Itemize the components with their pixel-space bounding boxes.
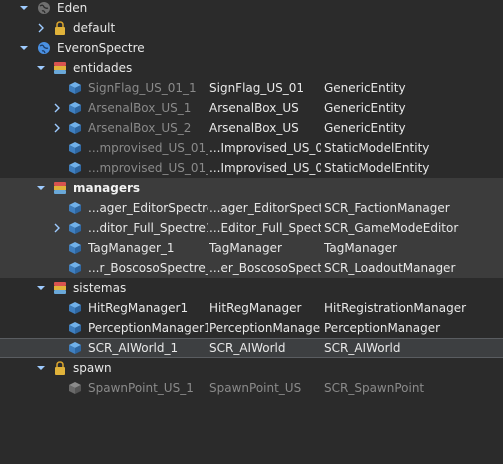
- entity-row[interactable]: SpawnPoint_US_1 SpawnPoint_US SCR_SpawnP…: [0, 378, 503, 398]
- entity-prefab: SignFlag_US_01: [209, 81, 305, 95]
- chevron-down-icon[interactable]: [36, 183, 46, 193]
- layer-row-managers[interactable]: managers: [0, 178, 503, 198]
- entity-type: StaticModelEntity: [324, 141, 430, 155]
- entity-prefab: ...Editor_Full_Spectre: [209, 221, 321, 235]
- layer-label: managers: [73, 181, 141, 195]
- entity-type: SCR_SpawnPoint: [324, 381, 425, 395]
- entity-prefab: ...Improvised_US_01: [209, 161, 321, 175]
- chevron-right-icon[interactable]: [52, 123, 62, 133]
- entity-type: TagManager: [324, 241, 397, 255]
- entity-type: SCR_FactionManager: [324, 201, 450, 215]
- world-icon: [37, 41, 51, 55]
- entity-row[interactable]: ...r_BoscosoSpectre_1 ...er_BoscosoSpect…: [0, 258, 503, 278]
- entity-type: GenericEntity: [324, 81, 406, 95]
- world-label: Eden: [57, 1, 88, 15]
- entity-prefab: ...ager_EditorSpectre: [209, 201, 321, 215]
- entity-name: ...mprovised_US_01_1: [88, 141, 208, 155]
- layer-row-default[interactable]: default: [0, 18, 503, 38]
- entity-type: GenericEntity: [324, 121, 406, 135]
- chevron-down-icon[interactable]: [19, 3, 29, 13]
- entity-prefab: PerceptionManager: [209, 321, 321, 335]
- entity-type: SCR_AIWorld: [324, 341, 401, 355]
- layer-row-sistemas[interactable]: sistemas: [0, 278, 503, 298]
- entity-cube-icon: [68, 261, 82, 275]
- layer-row-spawn[interactable]: spawn: [0, 358, 503, 378]
- entity-cube-icon: [68, 141, 82, 155]
- entity-cube-icon: [68, 381, 82, 395]
- entity-name: ...ager_EditorSpectre1: [88, 201, 208, 215]
- entity-row[interactable]: ...ditor_Full_Spectre1 ...Editor_Full_Sp…: [0, 218, 503, 238]
- entity-type: SCR_LoadoutManager: [324, 261, 456, 275]
- entity-row[interactable]: ...ager_EditorSpectre1 ...ager_EditorSpe…: [0, 198, 503, 218]
- locked-layer-icon: [53, 361, 67, 375]
- entity-prefab: TagManager: [209, 241, 282, 255]
- chevron-down-icon[interactable]: [36, 63, 46, 73]
- entity-prefab: ArsenalBox_US: [209, 121, 299, 135]
- entity-cube-icon: [68, 301, 82, 315]
- world-row-everon[interactable]: EveronSpectre: [0, 38, 503, 58]
- entity-row[interactable]: ...mprovised_US_01_2 ...Improvised_US_01…: [0, 158, 503, 178]
- entity-cube-icon: [68, 201, 82, 215]
- entity-type: SCR_GameModeEditor: [324, 221, 459, 235]
- entity-type: PerceptionManager: [324, 321, 441, 335]
- entity-prefab: SCR_AIWorld: [209, 341, 286, 355]
- entity-cube-icon: [68, 221, 82, 235]
- entity-prefab: SpawnPoint_US: [209, 381, 302, 395]
- entity-prefab: ...Improvised_US_01: [209, 141, 321, 155]
- layer-label: default: [73, 21, 116, 35]
- entity-row[interactable]: HitRegManager1 HitRegManager HitRegistra…: [0, 298, 503, 318]
- entity-row[interactable]: SignFlag_US_01_1 SignFlag_US_01 GenericE…: [0, 78, 503, 98]
- entity-name: ...mprovised_US_01_2: [88, 161, 208, 175]
- layer-icon: [53, 61, 67, 75]
- entity-name: SpawnPoint_US_1: [88, 381, 194, 395]
- world-icon: [37, 1, 51, 15]
- entity-row[interactable]: ArsenalBox_US_1 ArsenalBox_US GenericEnt…: [0, 98, 503, 118]
- chevron-right-icon[interactable]: [36, 23, 46, 33]
- entity-name: PerceptionManager1: [88, 321, 208, 335]
- layer-label: entidades: [73, 61, 133, 75]
- entity-name: SCR_AIWorld_1: [88, 341, 179, 355]
- entity-cube-icon: [68, 121, 82, 135]
- layer-label: sistemas: [73, 281, 127, 295]
- entity-row[interactable]: TagManager_1 TagManager TagManager: [0, 238, 503, 258]
- entity-name: ...r_BoscosoSpectre_1: [88, 261, 208, 275]
- entity-row[interactable]: ArsenalBox_US_2 ArsenalBox_US GenericEnt…: [0, 118, 503, 138]
- chevron-right-icon[interactable]: [52, 223, 62, 233]
- entity-name: SignFlag_US_01_1: [88, 81, 197, 95]
- entity-row-selected[interactable]: SCR_AIWorld_1 SCR_AIWorld SCR_AIWorld: [0, 338, 503, 358]
- entity-cube-icon: [68, 321, 82, 335]
- chevron-right-icon[interactable]: [52, 103, 62, 113]
- entity-name: ...ditor_Full_Spectre1: [88, 221, 208, 235]
- chevron-down-icon[interactable]: [36, 283, 46, 293]
- world-row-eden[interactable]: Eden: [0, 0, 503, 18]
- locked-layer-icon: [53, 21, 67, 35]
- entity-type: StaticModelEntity: [324, 161, 430, 175]
- entity-cube-icon: [68, 101, 82, 115]
- layer-icon: [53, 281, 67, 295]
- layer-icon: [53, 181, 67, 195]
- entity-name: TagManager_1: [88, 241, 175, 255]
- entity-name: ArsenalBox_US_2: [88, 121, 192, 135]
- entity-type: GenericEntity: [324, 101, 406, 115]
- entity-cube-icon: [68, 161, 82, 175]
- entity-cube-icon: [68, 241, 82, 255]
- entity-prefab: ArsenalBox_US: [209, 101, 299, 115]
- chevron-down-icon[interactable]: [19, 43, 29, 53]
- entity-cube-icon: [68, 81, 82, 95]
- entity-prefab: ...er_BoscosoSpectre: [209, 261, 321, 275]
- entity-prefab: HitRegManager: [209, 301, 302, 315]
- layer-row-entidades[interactable]: entidades: [0, 58, 503, 78]
- layer-label: spawn: [73, 361, 112, 375]
- outliner-tree: Eden default EveronSpectre entidades Sig…: [0, 0, 503, 464]
- entity-name: HitRegManager1: [88, 301, 189, 315]
- entity-type: HitRegistrationManager: [324, 301, 467, 315]
- entity-row[interactable]: ...mprovised_US_01_1 ...Improvised_US_01…: [0, 138, 503, 158]
- entity-row[interactable]: PerceptionManager1 PerceptionManager Per…: [0, 318, 503, 338]
- chevron-down-icon[interactable]: [36, 363, 46, 373]
- entity-name: ArsenalBox_US_1: [88, 101, 192, 115]
- entity-cube-icon: [68, 341, 82, 355]
- world-label: EveronSpectre: [57, 41, 145, 55]
